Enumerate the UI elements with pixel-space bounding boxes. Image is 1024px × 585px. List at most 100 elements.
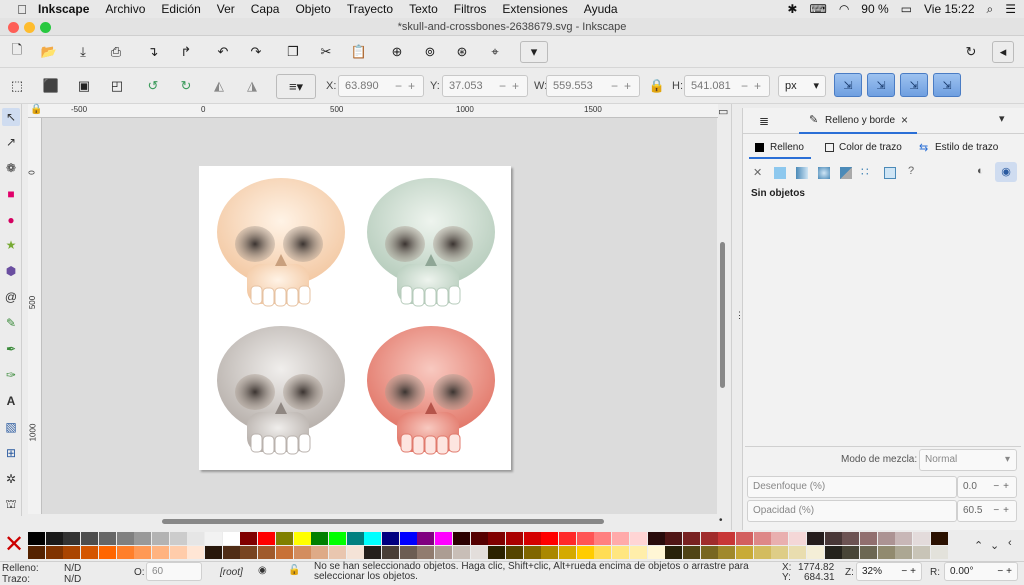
menu-texto[interactable]: Texto <box>401 2 446 16</box>
rotate-cw-icon[interactable]: ↻ <box>175 75 197 97</box>
palette-swatch[interactable] <box>736 546 753 559</box>
spiral-tool-icon[interactable]: @ <box>2 288 20 306</box>
palette-swatch[interactable] <box>541 532 559 545</box>
zoom-drawing-icon[interactable]: ⊚ <box>419 41 441 63</box>
palette-menu-icon[interactable]: ‹ <box>1008 537 1012 549</box>
palette-swatch[interactable] <box>417 532 435 545</box>
redo-icon[interactable]: ↷ <box>245 41 267 63</box>
palette-swatch[interactable] <box>682 532 700 545</box>
menu-extensiones[interactable]: Extensiones <box>494 2 575 16</box>
rotation-stepper[interactable]: −+ <box>997 563 1015 580</box>
mesh-gradient-icon[interactable] <box>840 167 852 179</box>
apple-icon[interactable]:  <box>14 2 30 17</box>
paste-icon[interactable]: 📋 <box>348 41 370 63</box>
palette-swatch[interactable] <box>824 532 842 545</box>
layer-indicator[interactable]: [root] <box>220 567 243 578</box>
palette-swatch[interactable] <box>700 546 718 559</box>
no-paint-icon[interactable]: ✕ <box>753 166 762 179</box>
palette-swatch[interactable] <box>789 546 807 559</box>
cut-icon[interactable]: ✂ <box>315 41 337 63</box>
palette-swatch[interactable] <box>523 532 541 545</box>
new-document-icon[interactable]: 🗋 <box>6 41 28 63</box>
palette-swatch[interactable] <box>736 532 753 545</box>
opacity-short-input[interactable]: 60 <box>146 562 202 581</box>
menu-edicion[interactable]: Edición <box>153 2 208 16</box>
unit-select[interactable]: px ▾ <box>778 75 826 97</box>
rotation-input[interactable]: 0.00° −+ <box>944 562 1018 581</box>
menu-ver[interactable]: Ver <box>209 2 243 16</box>
layers-tab-icon[interactable]: ≣ <box>759 114 769 128</box>
palette-swatch[interactable] <box>806 532 824 545</box>
pencil-tool-icon[interactable]: ✎ <box>2 314 20 332</box>
keyboard-icon[interactable]: ⌨ <box>809 2 826 16</box>
menu-objeto[interactable]: Objeto <box>287 2 338 16</box>
move-gradients-button[interactable]: ⇲ <box>900 73 928 97</box>
palette-swatch[interactable] <box>612 546 630 559</box>
flat-color-icon[interactable] <box>774 167 786 179</box>
palette-swatch[interactable] <box>240 546 258 559</box>
dock-menu-chevron-icon[interactable]: ▾ <box>999 112 1005 125</box>
palette-swatch[interactable] <box>328 546 346 559</box>
palette-swatch[interactable] <box>28 532 45 545</box>
palette-swatch[interactable] <box>452 546 470 559</box>
palette-swatch[interactable] <box>700 532 718 545</box>
palette-swatch[interactable] <box>682 546 700 559</box>
vertical-ruler[interactable]: 0 500 1000 <box>28 118 42 514</box>
menu-trayecto[interactable]: Trayecto <box>339 2 401 16</box>
calligraphy-tool-icon[interactable]: ✑ <box>2 366 20 384</box>
palette-swatch[interactable] <box>842 532 860 545</box>
palette-swatch[interactable] <box>629 532 647 545</box>
3d-box-tool-icon[interactable]: ⬢ <box>2 262 20 280</box>
minimize-window-button[interactable] <box>24 22 35 33</box>
palette-scroll-down-icon[interactable]: ⌄ <box>990 539 999 552</box>
blend-mode-select[interactable]: Normal ▾ <box>919 449 1017 471</box>
palette-swatch[interactable] <box>930 532 948 545</box>
layer-lock-icon[interactable]: 🔓 <box>288 565 300 576</box>
palette-swatch[interactable] <box>98 532 116 545</box>
palette-swatch[interactable] <box>877 532 895 545</box>
palette-swatch[interactable] <box>28 546 45 559</box>
height-input[interactable]: 541.081 −+ <box>684 75 770 97</box>
y-stepper[interactable]: −+ <box>499 76 525 96</box>
palette-swatch[interactable] <box>541 546 559 559</box>
linear-gradient-icon[interactable] <box>796 167 808 179</box>
palette-swatch[interactable] <box>913 546 930 559</box>
palette-swatch[interactable] <box>328 532 346 545</box>
control-center-icon[interactable]: ☰ <box>1005 2 1016 16</box>
palette-swatch[interactable] <box>559 546 576 559</box>
palette-swatch[interactable] <box>629 546 647 559</box>
palette-swatch[interactable] <box>789 532 807 545</box>
toolbar-overflow-button[interactable]: ▾ <box>520 41 548 63</box>
palette-swatch[interactable] <box>169 532 187 545</box>
blur-stepper[interactable]: −+ <box>993 477 1013 497</box>
palette-swatch[interactable] <box>505 532 523 545</box>
palette-swatch[interactable] <box>258 532 276 545</box>
import-icon[interactable]: ↴ <box>142 41 164 63</box>
radial-gradient-icon[interactable] <box>818 167 830 179</box>
palette-swatch[interactable] <box>364 532 382 545</box>
ellipse-tool-icon[interactable]: ● <box>2 211 20 229</box>
lock-ratio-icon[interactable]: 🔒 <box>646 75 668 97</box>
palette-swatch[interactable] <box>930 546 948 559</box>
document-page[interactable] <box>199 166 511 470</box>
palette-swatch[interactable] <box>859 546 877 559</box>
palette-swatch[interactable] <box>647 532 665 545</box>
palette-swatch[interactable] <box>523 546 541 559</box>
palette-swatch[interactable] <box>311 532 329 545</box>
flip-vertical-icon[interactable]: ◮ <box>241 75 263 97</box>
star-tool-icon[interactable]: ★ <box>2 236 20 254</box>
palette-swatch[interactable] <box>258 546 276 559</box>
palette-swatch[interactable] <box>63 546 81 559</box>
export-icon[interactable]: ↱ <box>175 41 197 63</box>
horizontal-ruler[interactable]: -500 0 500 1000 1500 <box>28 104 718 118</box>
clock[interactable]: Vie 15:22 <box>924 2 975 16</box>
search-icon[interactable]: ⌕ <box>987 2 994 17</box>
undo-icon[interactable]: ↶ <box>212 41 234 63</box>
zoom-window-button[interactable] <box>40 22 51 33</box>
palette-swatch[interactable] <box>81 546 99 559</box>
w-stepper[interactable]: −+ <box>611 76 637 96</box>
palette-swatch[interactable] <box>488 546 506 559</box>
palette-swatch[interactable] <box>859 532 877 545</box>
x-stepper[interactable]: −+ <box>395 76 421 96</box>
palette-swatch[interactable] <box>753 532 771 545</box>
